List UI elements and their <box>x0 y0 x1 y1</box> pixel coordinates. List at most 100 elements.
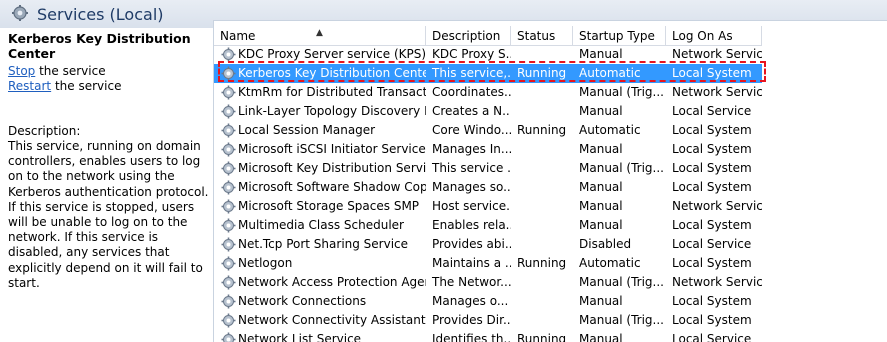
service-name-cell: Network Access Protection Agent <box>234 273 426 292</box>
service-row[interactable]: Kerberos Key Distribution CenterThis ser… <box>214 64 762 83</box>
service-description-cell: The Networ... <box>426 273 511 292</box>
service-startup-type-cell: Manual (Trig... <box>573 273 666 292</box>
service-startup-type-cell: Manual (Trig... <box>573 159 666 178</box>
panel-title: Services (Local) <box>37 5 164 24</box>
service-status-cell <box>511 102 573 121</box>
sort-ascending-icon: ▲ <box>316 23 323 43</box>
service-description-cell: KDC Proxy S... <box>426 45 511 64</box>
service-name-cell: Network Connectivity Assistant <box>234 311 426 330</box>
description-label: Description: <box>8 124 80 138</box>
service-status-cell <box>511 235 573 254</box>
service-status-cell <box>511 140 573 159</box>
service-startup-type-cell: Manual <box>573 216 666 235</box>
service-logon-cell: Local System <box>666 311 762 330</box>
stop-action: Stop the service <box>8 64 106 78</box>
service-name-cell: Multimedia Class Scheduler <box>234 216 426 235</box>
service-details-pane: Kerberos Key Distribution Center Stop th… <box>0 28 213 341</box>
stop-link[interactable]: Stop <box>8 64 35 78</box>
services-gear-icon <box>11 4 29 22</box>
service-status-cell: Running <box>511 254 573 273</box>
column-name-label: Name <box>220 29 255 43</box>
selected-service-name: Kerberos Key Distribution Center <box>8 31 213 61</box>
service-row[interactable]: Net.Tcp Port Sharing ServiceProvides abi… <box>214 235 762 254</box>
service-description-cell: Manages In... <box>426 140 511 159</box>
column-header-startup-type[interactable]: Startup Type <box>573 26 666 46</box>
service-row[interactable]: Link-Layer Topology Discovery M...Create… <box>214 102 762 121</box>
service-logon-cell: Network Service <box>666 45 762 64</box>
service-name-cell: Microsoft iSCSI Initiator Service <box>234 140 426 159</box>
service-description-cell: Creates a N... <box>426 102 511 121</box>
service-row[interactable]: Microsoft iSCSI Initiator ServiceManages… <box>214 140 762 159</box>
service-name-cell: Kerberos Key Distribution Center <box>234 64 426 83</box>
stop-suffix: the service <box>35 64 105 78</box>
service-startup-type-cell: Manual <box>573 197 666 216</box>
service-row[interactable]: Multimedia Class SchedulerEnables rela..… <box>214 216 762 235</box>
service-status-cell: Running <box>511 121 573 140</box>
services-list: Name ▲ Description Status Startup Type L… <box>213 20 887 342</box>
service-row[interactable]: Microsoft Software Shadow Copy...Manages… <box>214 178 762 197</box>
service-name-cell: KDC Proxy Server service (KPS) <box>234 45 426 64</box>
restart-action: Restart the service <box>8 79 121 93</box>
service-description-cell: Provides Dir... <box>426 311 511 330</box>
service-description-cell: Coordinates... <box>426 83 511 102</box>
service-status-cell: Running <box>511 330 573 342</box>
column-header-description[interactable]: Description <box>426 26 511 46</box>
service-startup-type-cell: Manual <box>573 178 666 197</box>
service-startup-type-cell: Automatic <box>573 64 666 83</box>
service-row[interactable]: Microsoft Storage Spaces SMPHost service… <box>214 197 762 216</box>
service-startup-type-cell: Automatic <box>573 121 666 140</box>
service-row[interactable]: Network ConnectionsManages o...ManualLoc… <box>214 292 762 311</box>
service-name-cell: Local Session Manager <box>234 121 426 140</box>
service-row[interactable]: KtmRm for Distributed Transactio...Coord… <box>214 83 762 102</box>
service-row[interactable]: NetlogonMaintains a ...RunningAutomaticL… <box>214 254 762 273</box>
service-status-cell <box>511 159 573 178</box>
service-row[interactable]: Local Session ManagerCore Windo...Runnin… <box>214 121 762 140</box>
service-logon-cell: Local System <box>666 159 762 178</box>
service-logon-cell: Local Service <box>666 102 762 121</box>
description-text: This service, running on domain controll… <box>8 139 213 291</box>
service-logon-cell: Local Service <box>666 235 762 254</box>
service-logon-cell: Local System <box>666 254 762 273</box>
service-startup-type-cell: Manual <box>573 292 666 311</box>
service-logon-cell: Network Service <box>666 83 762 102</box>
service-status-cell <box>511 311 573 330</box>
restart-suffix: the service <box>51 79 121 93</box>
service-startup-type-cell: Manual (Trig... <box>573 311 666 330</box>
column-header-name[interactable]: Name ▲ <box>214 26 426 46</box>
service-row[interactable]: Microsoft Key Distribution ServiceThis s… <box>214 159 762 178</box>
service-startup-type-cell: Automatic <box>573 254 666 273</box>
service-name-cell: Network Connections <box>234 292 426 311</box>
service-logon-cell: Network Service <box>666 273 762 292</box>
service-logon-cell: Network Service <box>666 197 762 216</box>
service-row[interactable]: Network List ServiceIdentifies th...Runn… <box>214 330 762 342</box>
service-row[interactable]: Network Connectivity AssistantProvides D… <box>214 311 762 330</box>
service-logon-cell: Local System <box>666 216 762 235</box>
service-status-cell <box>511 83 573 102</box>
service-startup-type-cell: Manual (Trig... <box>573 83 666 102</box>
service-description-cell: Maintains a ... <box>426 254 511 273</box>
service-status-cell <box>511 292 573 311</box>
column-headers: Name ▲ Description Status Startup Type L… <box>214 26 762 46</box>
column-header-log-on-as[interactable]: Log On As <box>666 26 762 46</box>
service-startup-type-cell: Manual <box>573 140 666 159</box>
service-startup-type-cell: Manual <box>573 45 666 64</box>
service-startup-type-cell: Manual <box>573 330 666 342</box>
service-name-cell: Microsoft Storage Spaces SMP <box>234 197 426 216</box>
service-startup-type-cell: Manual <box>573 102 666 121</box>
service-name-cell: Netlogon <box>234 254 426 273</box>
service-description-cell: Identifies th... <box>426 330 511 342</box>
service-description-cell: This service,... <box>426 64 511 83</box>
service-description-cell: Manages o... <box>426 292 511 311</box>
column-header-status[interactable]: Status <box>511 26 573 46</box>
service-logon-cell: Local Service <box>666 330 762 342</box>
restart-link[interactable]: Restart <box>8 79 51 93</box>
service-name-cell: Network List Service <box>234 330 426 342</box>
service-status-cell <box>511 178 573 197</box>
service-description-cell: Core Windo... <box>426 121 511 140</box>
service-row[interactable]: Network Access Protection AgentThe Netwo… <box>214 273 762 292</box>
service-description-cell: Host service... <box>426 197 511 216</box>
service-row[interactable]: KDC Proxy Server service (KPS)KDC Proxy … <box>214 45 762 64</box>
service-description-cell: Manages so... <box>426 178 511 197</box>
service-name-cell: Link-Layer Topology Discovery M... <box>234 102 426 121</box>
service-name-cell: Microsoft Software Shadow Copy... <box>234 178 426 197</box>
